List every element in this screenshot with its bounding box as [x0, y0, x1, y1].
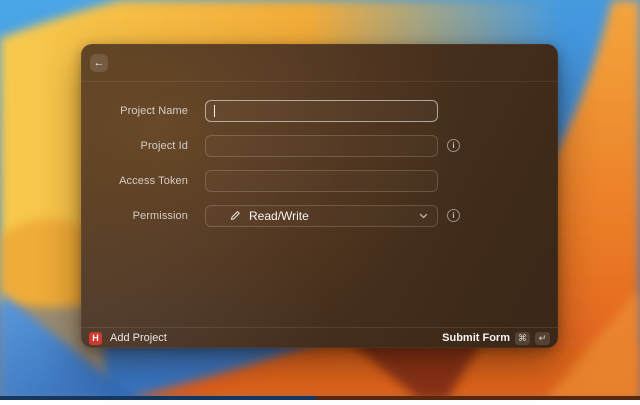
window-footer: H Add Project Submit Form ⌘ ↵: [81, 327, 558, 348]
command-title: Add Project: [110, 332, 167, 344]
command-key-icon: ⌘: [515, 331, 530, 345]
permission-dropdown[interactable]: Read/Write: [205, 204, 438, 227]
form-row-project-id: Project Id i: [81, 128, 558, 163]
form-row-project-name: Project Name: [81, 93, 558, 128]
chevron-down-icon: [419, 212, 428, 220]
info-icon[interactable]: i: [447, 209, 460, 222]
pencil-icon: [230, 211, 240, 220]
submit-form-button[interactable]: Submit Form: [442, 332, 510, 344]
back-button[interactable]: ←: [90, 53, 108, 72]
project-id-label: Project Id: [140, 139, 188, 152]
back-arrow-icon: ←: [93, 56, 105, 69]
window-header: ←: [81, 44, 558, 82]
project-name-label: Project Name: [120, 104, 188, 117]
info-icon[interactable]: i: [447, 139, 460, 152]
add-project-form: Project Name Project Id i Access Token P…: [81, 82, 558, 233]
app-window: ← Project Name Project Id i Access Token: [81, 44, 558, 348]
permission-value: Read/Write: [249, 208, 309, 223]
access-token-input[interactable]: [205, 169, 438, 192]
access-token-label: Access Token: [119, 174, 188, 187]
project-id-input[interactable]: [205, 134, 438, 157]
form-row-permission: Permission Read/Write i: [81, 198, 558, 233]
form-row-access-token: Access Token: [81, 163, 558, 198]
permission-label: Permission: [132, 209, 188, 222]
return-key-icon: ↵: [535, 331, 550, 345]
honeybadger-logo: H: [89, 331, 102, 345]
text-caret: [214, 104, 215, 117]
project-name-input[interactable]: [205, 99, 438, 122]
